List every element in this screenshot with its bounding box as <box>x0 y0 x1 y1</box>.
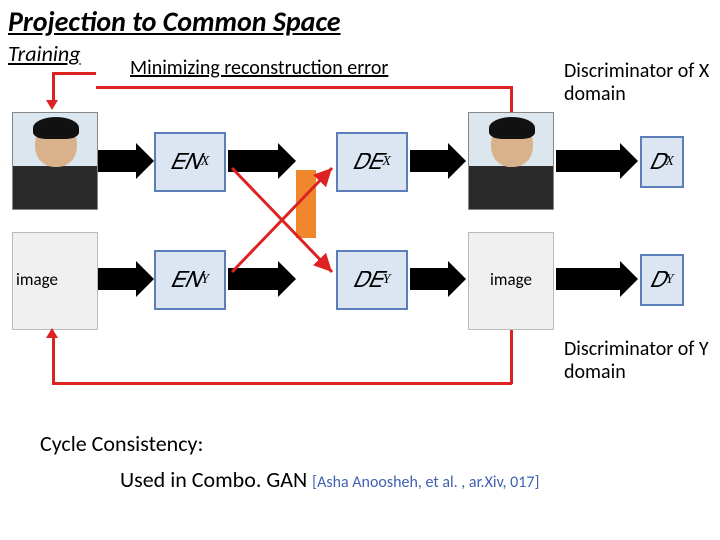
dx-text: 𝐷 <box>650 149 665 175</box>
input-image-x <box>12 112 98 210</box>
citation-text: [Asha Anoosheh, et al. , ar.Xiv, 017] <box>312 473 539 492</box>
cross-arrows <box>226 150 386 290</box>
red-topright-h <box>96 86 510 89</box>
discriminator-y-label: Discriminator of Y domain <box>564 338 720 384</box>
discriminator-x-block: 𝐷X <box>640 136 684 188</box>
arrow-4 <box>556 150 622 172</box>
encoder-y-sub: Y <box>201 272 209 288</box>
arrow-8 <box>556 268 622 290</box>
arrow-1 <box>98 150 138 172</box>
red-top-h <box>52 72 96 75</box>
red-bot-r-v <box>510 330 513 384</box>
image-label-right: image <box>490 269 532 290</box>
encoder-y-block: 𝐸𝑁Y <box>154 250 226 310</box>
encoder-x-sub: X <box>201 154 210 170</box>
encoder-y-text: 𝐸𝑁 <box>171 267 201 293</box>
encoder-x-text: 𝐸𝑁 <box>171 149 201 175</box>
arrow-3 <box>410 150 450 172</box>
used-in-text: Used in Combo. GAN <box>120 466 307 493</box>
red-bot-l-v <box>52 336 55 384</box>
dy-sub: Y <box>666 272 674 288</box>
discriminator-x-label: Discriminator of X domain <box>564 60 720 106</box>
encoder-x-block: 𝐸𝑁X <box>154 132 226 192</box>
used-in-label: Used in Combo. GAN [Asha Anoosheh, et al… <box>120 466 539 493</box>
arrow-5 <box>98 268 138 290</box>
dx-sub: X <box>665 154 674 170</box>
minimize-label: Minimizing reconstruction error <box>130 56 388 80</box>
red-top-v <box>52 72 55 102</box>
red-topright-v <box>510 86 513 112</box>
red-bot-h <box>52 382 512 385</box>
dy-text: 𝐷 <box>650 267 665 293</box>
red-top-head <box>46 100 58 110</box>
output-image-x <box>468 112 554 210</box>
arrow-7 <box>410 268 450 290</box>
cycle-consistency-label: Cycle Consistency: <box>40 430 203 457</box>
slide-title: Projection to Common Space <box>8 4 341 39</box>
training-label: Training <box>8 40 81 67</box>
discriminator-y-block: 𝐷Y <box>640 254 684 306</box>
image-label-left: image <box>16 269 58 290</box>
red-bot-head <box>46 328 58 338</box>
